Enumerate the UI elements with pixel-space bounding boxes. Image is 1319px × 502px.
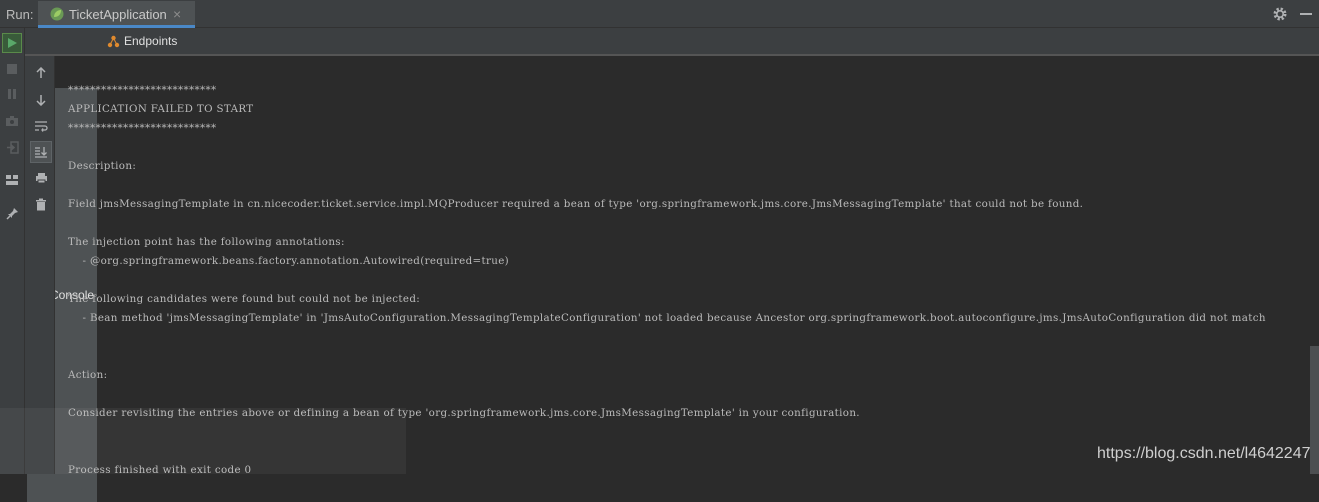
divider xyxy=(0,54,1319,56)
stop-icon xyxy=(7,64,17,74)
console-tab-bar: Console Endpoints xyxy=(25,28,1319,502)
watermark: https://blog.csdn.net/l4642247 xyxy=(1097,445,1311,462)
pause-button[interactable] xyxy=(2,84,22,104)
exit-icon xyxy=(6,140,19,154)
arrow-down-icon xyxy=(36,95,46,106)
scroll-up-button[interactable] xyxy=(31,63,51,83)
scroll-to-end-button[interactable] xyxy=(30,141,52,163)
console-line: *************************** xyxy=(68,122,217,134)
soft-wrap-icon xyxy=(35,121,48,132)
console-line: Description: xyxy=(68,160,137,172)
tab-endpoints[interactable]: Endpoints xyxy=(101,28,183,54)
endpoints-icon xyxy=(107,35,120,47)
play-icon xyxy=(8,38,17,48)
console-line: The injection point has the following an… xyxy=(68,236,345,248)
run-tab-title: TicketApplication xyxy=(69,7,167,22)
rerun-button[interactable] xyxy=(2,33,22,53)
trash-icon xyxy=(36,198,46,210)
gear-icon[interactable] xyxy=(1272,6,1288,22)
pause-icon xyxy=(8,89,16,99)
layout-button[interactable] xyxy=(2,170,22,190)
console-line: The following candidates were found but … xyxy=(68,293,421,305)
arrow-up-icon xyxy=(36,67,46,78)
console-line: APPLICATION FAILED TO START xyxy=(68,103,254,115)
console-line: Process finished with exit code 0 xyxy=(68,464,252,474)
scroll-to-end-icon xyxy=(35,146,47,158)
stop-button[interactable] xyxy=(2,59,22,79)
pin-button[interactable] xyxy=(2,203,22,223)
pin-icon xyxy=(5,207,18,220)
soft-wrap-button[interactable] xyxy=(31,116,51,136)
scroll-down-button[interactable] xyxy=(31,90,51,110)
spring-leaf-icon xyxy=(50,7,64,21)
vertical-scrollbar[interactable] xyxy=(1310,346,1319,474)
print-button[interactable] xyxy=(31,168,51,188)
dump-threads-button[interactable] xyxy=(2,111,22,131)
console-line: Action: xyxy=(68,369,108,381)
run-toolbar: Run: TicketApplication × xyxy=(0,0,1319,28)
console-line: Field jmsMessagingTemplate in cn.nicecod… xyxy=(68,198,1084,210)
print-icon xyxy=(35,173,47,184)
tab-endpoints-label: Endpoints xyxy=(124,34,178,48)
layout-icon xyxy=(6,175,18,185)
clear-all-button[interactable] xyxy=(31,194,51,214)
console-line: - Bean method 'jmsMessagingTemplate' in … xyxy=(68,312,1266,324)
camera-icon xyxy=(6,116,18,126)
minimize-icon[interactable] xyxy=(1300,13,1312,15)
console-line: *************************** xyxy=(68,84,217,96)
exit-button[interactable] xyxy=(2,137,22,157)
run-label: Run: xyxy=(6,7,34,22)
console-line: Consider revisiting the entries above or… xyxy=(68,407,860,419)
console-output[interactable]: *************************** APPLICATION F… xyxy=(56,60,1310,474)
close-icon[interactable]: × xyxy=(173,6,181,22)
console-line: - @org.springframework.beans.factory.ann… xyxy=(68,255,510,267)
run-tab-ticketapplication[interactable]: TicketApplication × xyxy=(38,1,195,28)
